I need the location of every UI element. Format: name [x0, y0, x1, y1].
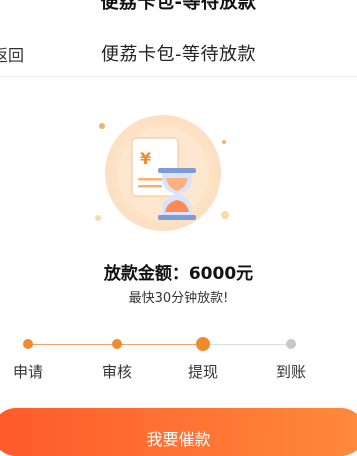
step-label: 审核: [101, 363, 132, 381]
header-bar: 返回 便荔卡包-等待放款: [0, 30, 357, 77]
step-label: 提现: [187, 363, 218, 381]
step-dot-current: [196, 337, 210, 351]
hourglass-illustration: ¥: [95, 115, 229, 231]
loan-hint: 最快30分钟放款!: [128, 291, 229, 306]
waiting-illustration: ¥: [88, 108, 248, 238]
page-title: 便荔卡包-等待放款: [101, 44, 256, 65]
step-dot: [23, 339, 33, 349]
step-dot: [112, 339, 122, 349]
step-label: 申请: [12, 363, 43, 381]
step-arrive: 到账: [261, 333, 321, 382]
progress-steps: 申请 审核 提现 到账: [0, 333, 357, 383]
step-dot: [286, 339, 296, 349]
loan-amount: 放款金额：6000元: [103, 264, 254, 284]
urge-payment-label: 我要催款: [146, 430, 211, 449]
window-title: 便荔卡包-等待放款: [100, 0, 257, 13]
urge-payment-button[interactable]: 我要催款: [0, 408, 357, 456]
step-apply: 申请: [0, 333, 58, 382]
yen-icon: ¥: [140, 149, 151, 168]
step-label: 到账: [275, 363, 306, 381]
step-withdraw: 提现: [173, 333, 233, 382]
step-review: 审核: [87, 333, 147, 382]
